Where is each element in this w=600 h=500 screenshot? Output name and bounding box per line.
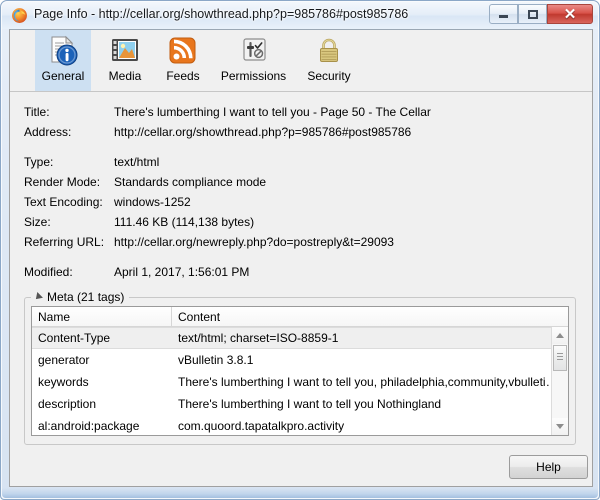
- field-size-value: 111.46 KB (114,138 bytes): [114, 215, 255, 229]
- cell-content: vBulletin 3.8.1: [178, 353, 254, 367]
- maximize-icon: [519, 5, 546, 23]
- field-title: Title: There's lumberthing I want to tel…: [24, 102, 564, 122]
- field-modified: Modified: April 1, 2017, 1:56:01 PM: [24, 262, 564, 282]
- help-button[interactable]: Help: [509, 455, 588, 479]
- tab-permissions[interactable]: Permissions: [215, 30, 292, 91]
- general-info-icon: [46, 34, 80, 68]
- cell-content: There's lumberthing I want to tell you N…: [178, 397, 442, 411]
- field-type-label: Type:: [24, 155, 54, 169]
- firefox-icon: [11, 7, 28, 24]
- media-film-icon: [108, 34, 142, 68]
- column-header-content[interactable]: Content: [172, 307, 568, 326]
- cell-name: Content-Type: [38, 331, 111, 345]
- field-title-value: There's lumberthing I want to tell you -…: [114, 105, 431, 119]
- field-text-encoding-label: Text Encoding:: [24, 195, 103, 209]
- chevron-up-icon: [556, 333, 564, 338]
- close-icon: ✕: [563, 5, 577, 23]
- grip-icon: [557, 353, 563, 362]
- collapse-twisty-icon[interactable]: [33, 292, 43, 302]
- page-info-toolbar: General Media Feeds Permissions Security: [10, 30, 592, 92]
- cell-name: keywords: [38, 375, 89, 389]
- field-referring-url-value: http://cellar.org/newreply.php?do=postre…: [114, 235, 394, 249]
- table-row[interactable]: description There's lumberthing I want t…: [32, 393, 568, 415]
- field-render-mode: Render Mode: Standards compliance mode: [24, 172, 564, 192]
- field-text-encoding-value: windows-1252: [114, 195, 191, 209]
- permissions-icon: [237, 34, 271, 68]
- table-row[interactable]: al:android:package com.quoord.tapatalkpr…: [32, 415, 568, 435]
- field-address-label: Address:: [24, 125, 72, 139]
- field-address-value: http://cellar.org/showthread.php?p=98578…: [114, 125, 412, 139]
- meta-table[interactable]: Name Content Content-Type text/html; cha…: [31, 306, 569, 436]
- meta-group-legend[interactable]: Meta (21 tags): [31, 290, 130, 304]
- tab-feeds-label: Feeds: [166, 69, 200, 83]
- tab-general-label: General: [41, 69, 85, 83]
- tab-media-label: Media: [108, 69, 142, 83]
- window-title: Page Info - http://cellar.org/showthread…: [34, 7, 409, 21]
- minimize-icon: [490, 5, 517, 23]
- field-modified-label: Modified:: [24, 265, 73, 279]
- field-render-mode-value: Standards compliance mode: [114, 175, 267, 189]
- tab-feeds[interactable]: Feeds: [158, 30, 208, 91]
- scroll-down-button[interactable]: [552, 418, 568, 435]
- chevron-down-icon: [556, 424, 564, 429]
- cell-content: text/html; charset=ISO-8859-1: [178, 331, 339, 345]
- padlock-icon: [312, 34, 346, 68]
- maximize-button[interactable]: [518, 4, 547, 24]
- tab-permissions-label: Permissions: [220, 69, 287, 83]
- general-panel: Title: There's lumberthing I want to tel…: [10, 92, 592, 486]
- scrollbar-thumb[interactable]: [553, 345, 567, 371]
- title-bar[interactable]: Page Info - http://cellar.org/showthread…: [2, 2, 598, 29]
- window-bottom-glow: [2, 488, 598, 498]
- meta-group-legend-label: Meta (21 tags): [47, 290, 125, 304]
- table-row[interactable]: generator vBulletin 3.8.1: [32, 349, 568, 371]
- field-title-label: Title:: [24, 105, 50, 119]
- field-address: Address: http://cellar.org/showthread.ph…: [24, 122, 564, 142]
- table-body: Content-Type text/html; charset=ISO-8859…: [32, 327, 568, 435]
- minimize-button[interactable]: [489, 4, 518, 24]
- meta-table-scrollbar[interactable]: [551, 327, 568, 435]
- rss-feed-icon: [166, 34, 200, 68]
- field-referring-url: Referring URL: http://cellar.org/newrepl…: [24, 232, 564, 252]
- field-type-value: text/html: [114, 155, 160, 169]
- tab-media[interactable]: Media: [100, 30, 150, 91]
- page-info-window: Page Info - http://cellar.org/showthread…: [0, 0, 600, 500]
- field-type: Type: text/html: [24, 152, 564, 172]
- cell-name: generator: [38, 353, 90, 367]
- page-info-fields: Title: There's lumberthing I want to tel…: [24, 102, 564, 282]
- tab-general[interactable]: General: [35, 30, 91, 91]
- field-modified-value: April 1, 2017, 1:56:01 PM: [114, 265, 250, 279]
- cell-content: There's lumberthing I want to tell you, …: [178, 375, 558, 389]
- close-button[interactable]: ✕: [547, 4, 593, 24]
- field-referring-url-label: Referring URL:: [24, 235, 105, 249]
- meta-group: Meta (21 tags) Name Content Content-Type…: [24, 290, 576, 445]
- field-size: Size: 111.46 KB (114,138 bytes): [24, 212, 564, 232]
- tab-security[interactable]: Security: [298, 30, 360, 91]
- table-header-row: Name Content: [32, 307, 568, 327]
- table-row[interactable]: Content-Type text/html; charset=ISO-8859…: [32, 327, 568, 349]
- cell-content: com.quoord.tapatalkpro.activity: [178, 419, 345, 433]
- cell-name: al:android:package: [38, 419, 140, 433]
- table-row[interactable]: keywords There's lumberthing I want to t…: [32, 371, 568, 393]
- tab-security-label: Security: [307, 69, 351, 83]
- field-text-encoding: Text Encoding: windows-1252: [24, 192, 564, 212]
- field-size-label: Size:: [24, 215, 51, 229]
- scroll-up-button[interactable]: [552, 327, 568, 344]
- column-header-name[interactable]: Name: [32, 307, 172, 326]
- client-area: General Media Feeds Permissions Security…: [9, 29, 593, 487]
- cell-name: description: [38, 397, 97, 411]
- field-render-mode-label: Render Mode:: [24, 175, 101, 189]
